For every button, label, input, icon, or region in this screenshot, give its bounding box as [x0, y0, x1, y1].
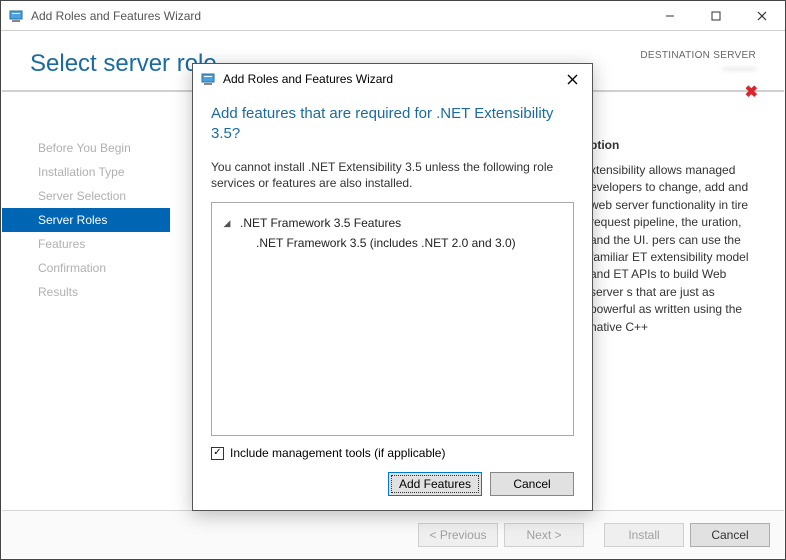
error-icon: ✖	[745, 82, 758, 102]
nav-confirmation[interactable]: Confirmation	[2, 256, 170, 280]
tree-parent-label: .NET Framework 3.5 Features	[240, 213, 401, 233]
dialog-cancel-button[interactable]: Cancel	[490, 472, 574, 496]
include-management-tools-checkbox[interactable]: ✓ Include management tools (if applicabl…	[211, 446, 574, 460]
checkbox-icon: ✓	[211, 447, 224, 460]
install-button[interactable]: Install	[604, 523, 684, 547]
wizard-sidebar: Before You Begin Installation Type Serve…	[2, 128, 170, 510]
dialog-body: Add features that are required for .NET …	[193, 94, 592, 510]
destination-label: DESTINATION SERVER	[640, 50, 756, 61]
wizard-footer: < Previous Next > Install Cancel	[2, 510, 784, 558]
required-features-tree: ◢ .NET Framework 3.5 Features .NET Frame…	[211, 202, 574, 436]
dialog-text: You cannot install .NET Extensibility 3.…	[211, 159, 574, 193]
dialog-titlebar: Add Roles and Features Wizard	[193, 64, 592, 94]
server-manager-icon	[201, 71, 217, 87]
window-titlebar: Add Roles and Features Wizard	[1, 1, 785, 31]
add-features-dialog: Add Roles and Features Wizard Add featur…	[192, 63, 593, 511]
dialog-heading: Add features that are required for .NET …	[211, 104, 574, 145]
previous-button[interactable]: < Previous	[418, 523, 498, 547]
server-manager-icon	[9, 8, 25, 24]
checkbox-label: Include management tools (if applicable)	[230, 446, 445, 460]
dialog-close-button[interactable]	[556, 66, 588, 92]
dialog-footer: Add Features Cancel	[211, 472, 574, 496]
destination-block: DESTINATION SERVER ——— ✖	[640, 50, 756, 75]
nav-server-selection[interactable]: Server Selection	[2, 184, 170, 208]
window-title: Add Roles and Features Wizard	[31, 9, 647, 23]
nav-before-you-begin[interactable]: Before You Begin	[2, 136, 170, 160]
description-heading: ption	[590, 138, 760, 152]
next-button[interactable]: Next >	[504, 523, 584, 547]
tree-child-label: .NET Framework 3.5 (includes .NET 2.0 an…	[256, 233, 516, 253]
dialog-title: Add Roles and Features Wizard	[223, 72, 556, 86]
nav-features[interactable]: Features	[2, 232, 170, 256]
maximize-button[interactable]	[693, 1, 739, 31]
close-button[interactable]	[739, 1, 785, 31]
collapse-icon[interactable]: ◢	[220, 216, 234, 231]
description-text: xtensibility allows managed evelopers to…	[590, 162, 760, 336]
add-features-button[interactable]: Add Features	[388, 472, 482, 496]
destination-server: ———	[640, 63, 756, 75]
nav-server-roles[interactable]: Server Roles	[2, 208, 170, 232]
tree-child-row[interactable]: .NET Framework 3.5 (includes .NET 2.0 an…	[220, 233, 565, 253]
nav-results[interactable]: Results	[2, 280, 170, 304]
nav-installation-type[interactable]: Installation Type	[2, 160, 170, 184]
tree-parent-row[interactable]: ◢ .NET Framework 3.5 Features	[220, 213, 565, 233]
wizard-window: Add Roles and Features Wizard Select ser…	[0, 0, 786, 560]
minimize-button[interactable]	[647, 1, 693, 31]
cancel-button[interactable]: Cancel	[690, 523, 770, 547]
window-controls	[647, 1, 785, 30]
